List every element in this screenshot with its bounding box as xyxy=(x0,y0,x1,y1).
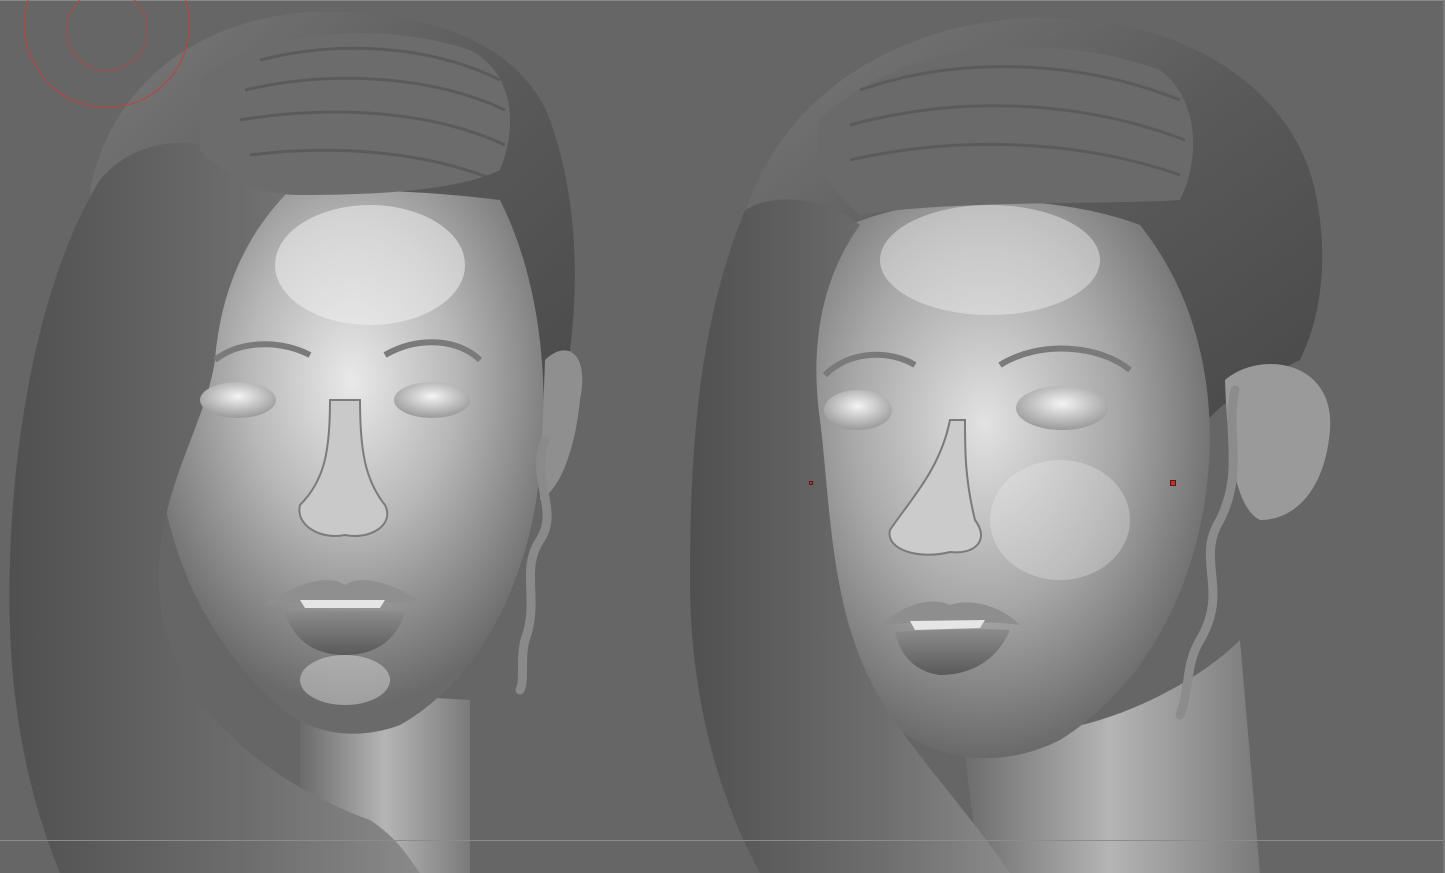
front-left-eye xyxy=(200,382,276,418)
viewport-bottom-line xyxy=(0,840,1445,841)
side-ear xyxy=(1225,364,1331,520)
front-ear xyxy=(540,350,583,500)
front-hair-top xyxy=(200,33,510,195)
sculpt-canvas[interactable] xyxy=(0,0,1445,873)
front-right-eye xyxy=(394,382,470,418)
front-teeth xyxy=(300,600,385,608)
side-right-eye xyxy=(1016,386,1108,430)
red-square-marker-icon[interactable] xyxy=(1170,480,1176,486)
sculpt-viewport[interactable] xyxy=(0,0,1445,873)
side-forehead-highlight xyxy=(880,205,1100,315)
side-cheek-highlight xyxy=(990,460,1130,580)
front-chin-highlight xyxy=(300,655,390,705)
front-forehead-highlight xyxy=(275,205,465,325)
front-view-model[interactable] xyxy=(9,11,583,873)
side-left-eye xyxy=(824,390,892,430)
red-square-marker-icon[interactable] xyxy=(809,481,813,485)
three-quarter-view-model[interactable] xyxy=(690,17,1331,873)
